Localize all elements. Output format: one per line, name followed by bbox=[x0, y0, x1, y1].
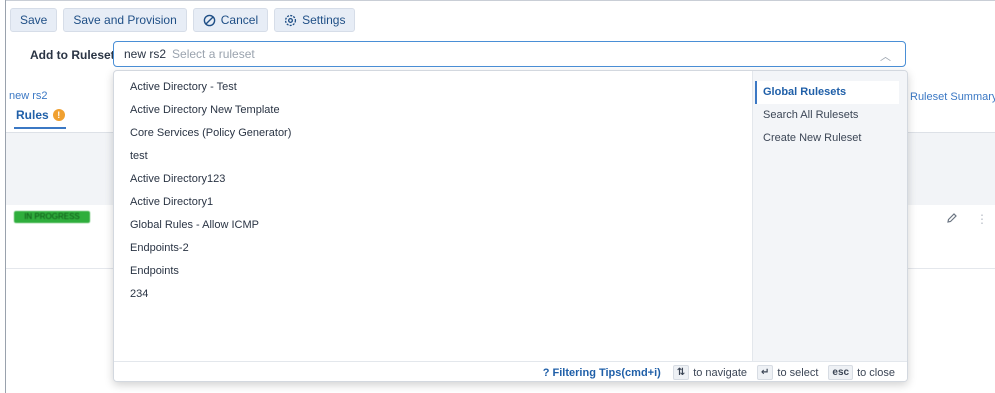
warning-badge-icon: ! bbox=[52, 109, 65, 121]
ruleset-option[interactable]: Active Directory New Template bbox=[114, 99, 752, 122]
dropdown-footer: ? Filtering Tips(cmd+i) ⇅ to navigate ↵ … bbox=[114, 361, 907, 381]
esc-key-icon: esc bbox=[828, 365, 854, 380]
ruleset-option[interactable]: Active Directory1 bbox=[114, 191, 752, 214]
select-hint: to select bbox=[777, 366, 819, 379]
active-tab-indicator bbox=[14, 127, 66, 129]
navigate-key-icon: ⇅ bbox=[672, 365, 690, 380]
ruleset-option[interactable]: 234 bbox=[114, 283, 752, 306]
tab-ruleset-summary[interactable]: Ruleset Summary bbox=[910, 91, 995, 103]
ruleset-option[interactable]: Endpoints bbox=[114, 260, 752, 283]
ruleset-option[interactable]: Active Directory - Test bbox=[114, 76, 752, 99]
ruleset-option[interactable]: Endpoints-2 bbox=[114, 237, 752, 260]
create-new-ruleset[interactable]: Create New Ruleset bbox=[755, 127, 899, 150]
ruleset-dropdown: Active Directory - Test Active Directory… bbox=[113, 70, 908, 382]
tab-rules-label: Rules bbox=[16, 108, 49, 122]
ruleset-option[interactable]: Global Rules - Allow ICMP bbox=[114, 214, 752, 237]
ruleset-option[interactable]: test bbox=[114, 145, 752, 168]
more-options-icon[interactable]: ⋮ bbox=[976, 212, 988, 226]
status-badge: IN PROGRESS bbox=[14, 211, 90, 223]
filter-global-rulesets[interactable]: Global Rulesets bbox=[755, 81, 899, 104]
navigate-hint: to navigate bbox=[693, 366, 748, 379]
close-hint: to close bbox=[857, 366, 895, 379]
filtering-tips-link[interactable]: ? Filtering Tips(cmd+i) bbox=[543, 367, 661, 379]
ruleset-option-list: Active Directory - Test Active Directory… bbox=[114, 71, 752, 366]
ruleset-filter-sidebar: Global Rulesets Search All Rulesets Crea… bbox=[752, 71, 907, 371]
ruleset-option[interactable]: Core Services (Policy Generator) bbox=[114, 122, 752, 145]
tab-rules[interactable]: Rules ! bbox=[16, 108, 65, 122]
enter-key-icon: ↵ bbox=[757, 365, 774, 380]
pencil-icon[interactable] bbox=[946, 212, 958, 224]
filter-search-all-rulesets[interactable]: Search All Rulesets bbox=[755, 104, 899, 127]
page-ruleset-name[interactable]: new rs2 bbox=[9, 90, 48, 102]
ruleset-option[interactable]: Active Directory123 bbox=[114, 168, 752, 191]
